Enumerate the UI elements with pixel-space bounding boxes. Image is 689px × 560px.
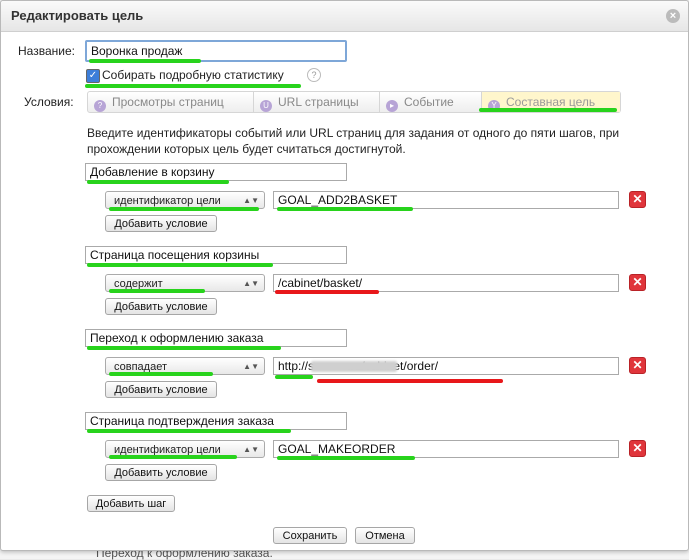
green-highlight (479, 108, 617, 112)
url-icon: U (260, 100, 272, 112)
condition-select-value: идентификатор цели (114, 195, 221, 207)
save-button[interactable]: Сохранить (273, 527, 347, 544)
step-name-input[interactable] (85, 246, 347, 264)
instructions-text: Введите идентификаторы событий или URL с… (87, 126, 620, 156)
close-icon[interactable]: × (666, 9, 680, 23)
green-highlight (275, 375, 313, 379)
cancel-button[interactable]: Отмена (355, 527, 415, 544)
event-icon: ▸ (386, 100, 398, 112)
tab-event[interactable]: ▸ Событие (380, 92, 482, 112)
green-highlight (89, 59, 201, 63)
add-condition-button[interactable]: Добавить условие (105, 381, 217, 398)
dialog-title: Редактировать цель (11, 8, 144, 23)
add-step-button[interactable]: Добавить шаг (87, 495, 175, 512)
red-highlight (317, 379, 503, 383)
green-highlight (109, 372, 213, 376)
page-views-icon: ? (94, 100, 106, 112)
green-highlight (85, 84, 301, 88)
chevron-updown-icon: ▲▼ (243, 279, 259, 288)
step-name-input[interactable] (85, 329, 347, 347)
conditions-label: Условия: (24, 95, 74, 109)
chevron-updown-icon: ▲▼ (243, 362, 259, 371)
step-name-input[interactable] (85, 163, 347, 181)
green-highlight (87, 346, 281, 350)
delete-step-icon[interactable]: ✕ (629, 274, 646, 291)
green-highlight (109, 289, 205, 293)
add-condition-button[interactable]: Добавить условие (105, 464, 217, 481)
green-highlight (87, 180, 229, 184)
green-highlight (87, 263, 273, 267)
tab-label: Событие (404, 95, 454, 109)
green-highlight (277, 456, 415, 460)
help-icon[interactable]: ? (307, 68, 321, 82)
step-name-input[interactable] (85, 412, 347, 430)
stats-label: Собирать подробную статистику (102, 68, 284, 82)
delete-step-icon[interactable]: ✕ (629, 440, 646, 457)
chevron-updown-icon: ▲▼ (243, 445, 259, 454)
green-highlight (109, 455, 237, 459)
add-condition-button[interactable]: Добавить условие (105, 215, 217, 232)
stats-checkbox[interactable]: ✓ (86, 69, 100, 83)
tab-page-views[interactable]: ? Просмотры страниц (88, 92, 254, 112)
name-label: Название: (18, 44, 75, 58)
tab-label: Составная цель (506, 95, 596, 109)
tab-label: URL страницы (278, 95, 359, 109)
tab-label: Просмотры страниц (112, 95, 224, 109)
red-highlight (275, 290, 379, 294)
edit-goal-dialog: Редактировать цель × Название: ✓ Собират… (0, 0, 689, 551)
add-condition-button[interactable]: Добавить условие (105, 298, 217, 315)
redacted-domain (311, 361, 397, 372)
green-highlight (87, 429, 291, 433)
green-highlight (109, 207, 259, 211)
tab-url[interactable]: U URL страницы (254, 92, 380, 112)
dialog-titlebar: Редактировать цель × (1, 1, 688, 32)
delete-step-icon[interactable]: ✕ (629, 191, 646, 208)
green-highlight (277, 207, 413, 211)
delete-step-icon[interactable]: ✕ (629, 357, 646, 374)
